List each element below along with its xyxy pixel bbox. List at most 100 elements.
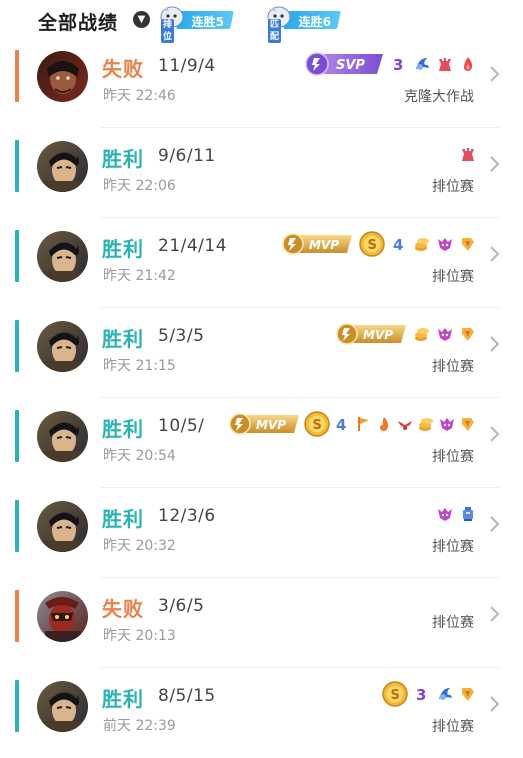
chevron-right-icon[interactable] [487,514,501,534]
gold-icon [462,238,474,251]
hero-avatar [37,141,88,192]
mvp-label: MVP [256,418,286,432]
chevron-right-icon[interactable] [487,694,501,714]
gold-icon [462,688,474,701]
demon-icon [438,238,452,251]
hero-avatar [37,591,88,642]
match-time: 昨天 22:06 [103,178,176,194]
demon-icon [438,508,452,521]
quadra-kill-icon: 4 [336,416,346,433]
header: 全部战绩 ▼ 连胜5 排位 连胜6 匹配 [0,0,523,43]
gold-icon [462,328,474,341]
svg-text:4: 4 [393,236,403,253]
result-stripe [15,500,19,552]
chevron-right-icon[interactable] [487,334,501,354]
badge-row: MVP S 4 [282,231,477,257]
chevron-right-icon[interactable] [487,604,501,624]
match-row[interactable]: 胜利 12/3/6 昨天 20:32 排位赛 [0,488,523,578]
filter-dropdown-icon[interactable]: ▼ [133,11,150,28]
result-stripe [15,230,19,282]
badge-row: S 3 [382,681,477,707]
fire-icon [380,417,389,431]
game-mode: 克隆大作战 [404,89,474,105]
match-result: 胜利 [102,417,144,441]
svg-text:3: 3 [393,56,403,73]
s-coin-icon: S [382,681,408,707]
match-row[interactable]: 失败 3/6/5 昨天 20:13 排位赛 [0,578,523,668]
mvp-label: MVP [363,328,393,342]
triple-kill-icon: 3 [393,56,403,73]
match-row[interactable]: 胜利 8/5/15 前天 22:39 S 3 排位赛 [0,668,523,758]
match-time: 昨天 20:13 [103,628,176,644]
coins-icon [415,238,429,251]
match-result: 胜利 [102,237,144,261]
svg-text:S: S [391,688,400,703]
match-time: 昨天 20:32 [103,538,176,554]
trophy-icon [463,507,473,521]
tower-icon [439,58,451,71]
flag-icon [358,417,369,431]
match-result: 胜利 [102,327,144,351]
match-kda: 9/6/11 [158,146,216,166]
match-result: 失败 [102,597,144,621]
match-row[interactable]: 胜利 9/6/11 昨天 22:06 排位赛 [0,128,523,218]
game-mode: 排位赛 [432,615,474,631]
streak-text: 连胜5 [191,15,224,29]
match-time: 昨天 21:42 [103,268,176,284]
mvp-badge: MVP [282,233,352,255]
hero-avatar [37,51,88,102]
badge-row: MVP S 4 [229,411,477,437]
match-kda: 5/3/5 [158,326,205,346]
match-kda: 11/9/4 [158,56,216,76]
match-row[interactable]: 失败 11/9/4 昨天 22:46 SVP 3 克隆大作战 [0,38,523,128]
match-result: 胜利 [102,687,144,711]
dragon-icon [416,58,429,70]
chevron-right-icon[interactable] [487,424,501,444]
chevron-right-icon[interactable] [487,244,501,264]
match-row[interactable]: 胜利 21/4/14 昨天 21:42 MVP S 4 排位赛 [0,218,523,308]
game-mode: 排位赛 [432,359,474,375]
s-coin-icon: S [359,231,385,257]
s-coin-icon: S [304,411,330,437]
match-result: 胜利 [102,507,144,531]
badge-row [459,142,477,166]
tower-icon [462,148,474,161]
hero-avatar [37,411,88,462]
game-mode: 排位赛 [432,269,474,285]
match-result: 胜利 [102,147,144,171]
result-stripe [15,50,19,102]
coins-icon [415,328,429,341]
streak-text: 连胜6 [298,15,331,29]
match-row[interactable]: 胜利 10/5/ 昨天 20:54 MVP S 4 排位赛 [0,398,523,488]
match-time: 前天 22:39 [103,718,176,734]
gold-icon [462,418,474,431]
badge-row [436,502,477,526]
quadra-kill-icon: 4 [393,236,403,253]
game-mode: 排位赛 [432,719,474,735]
dragon-icon [439,688,452,700]
svp-badge: SVP [305,52,383,76]
result-stripe [15,590,19,642]
chevron-right-icon[interactable] [487,154,501,174]
svg-text:3: 3 [416,686,426,703]
demon-icon [440,418,454,431]
chevron-right-icon[interactable] [487,64,501,84]
match-row[interactable]: 胜利 5/3/5 昨天 21:15 MVP 排位赛 [0,308,523,398]
coins-icon [419,418,433,431]
hero-avatar [37,681,88,732]
match-kda: 12/3/6 [158,506,216,526]
badge-row: MVP [336,322,477,346]
match-kda: 21/4/14 [158,236,228,256]
wings-icon [398,421,412,430]
match-time: 昨天 21:15 [103,358,176,374]
match-time: 昨天 22:46 [103,88,176,104]
game-mode: 排位赛 [432,179,474,195]
match-kda: 3/6/5 [158,596,205,616]
badge-row: SVP 3 [305,52,477,76]
svg-text:S: S [368,238,377,253]
mvp-label: MVP [309,238,339,252]
match-result: 失败 [102,57,144,81]
result-stripe [15,140,19,192]
match-kda: 10/5/ [158,416,205,436]
svg-text:S: S [313,418,322,433]
